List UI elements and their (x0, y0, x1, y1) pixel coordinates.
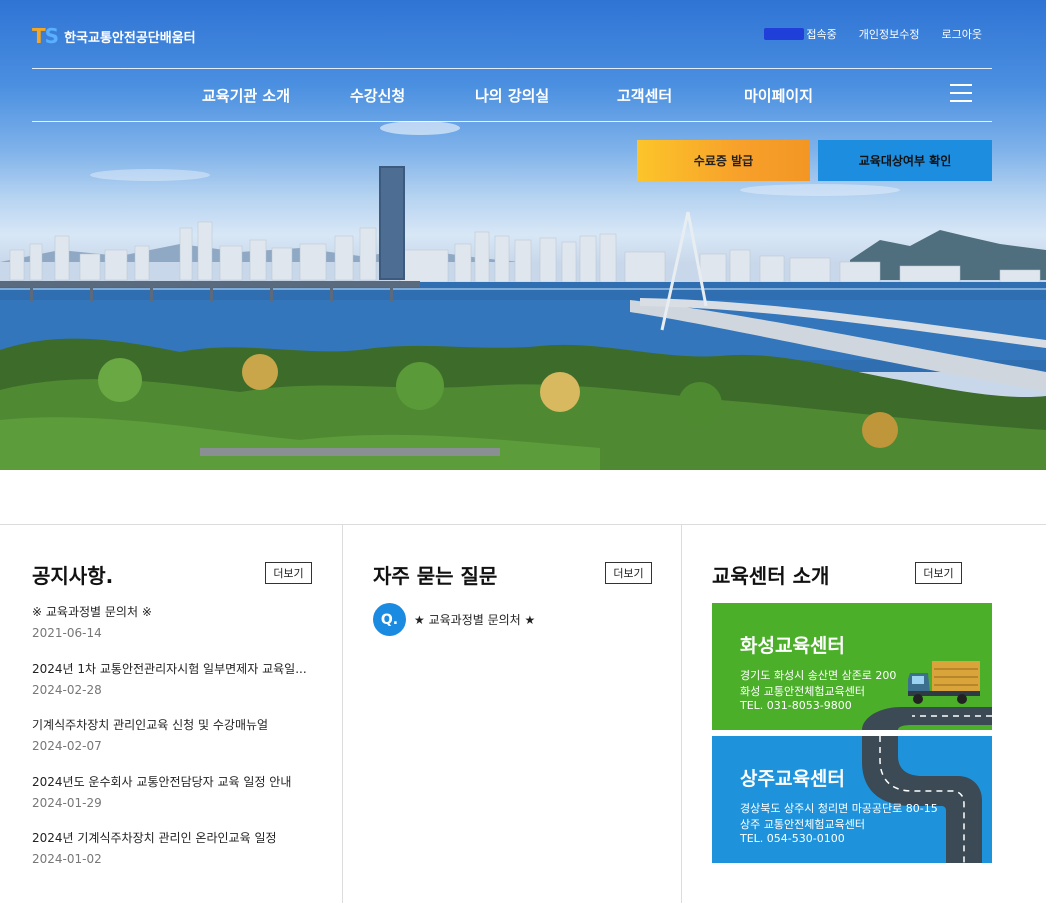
utility-menu: 접속중 개인정보수정 로그아웃 (764, 26, 982, 42)
nav-item-my-classroom[interactable]: 나의 강의실 (475, 85, 549, 106)
center-name: 화성교육센터 (740, 635, 845, 657)
notice-more-button[interactable]: 더보기 (265, 562, 312, 584)
nav-item-enroll[interactable]: 수강신청 (350, 85, 405, 106)
faq-more-button[interactable]: 더보기 (605, 562, 652, 584)
faq-title: 자주 묻는 질문 (373, 564, 498, 588)
notice-item[interactable]: 2024년 1차 교통안전관리자시험 일부면제자 교육일... 2024-02-… (32, 660, 307, 697)
info-panels: 공지사항. 더보기 ※ 교육과정별 문의처 ※ 2021-06-14 2024년… (0, 524, 1046, 903)
eligibility-check-button[interactable]: 교육대상여부 확인 (818, 140, 992, 181)
hamburger-icon[interactable] (950, 83, 972, 103)
center-address: 경상북도 상주시 청리면 마공공단로 80-15 (740, 802, 938, 815)
notice-item-title: 2024년 1차 교통안전관리자시험 일부면제자 교육일... (32, 662, 307, 676)
notice-item-date: 2024-02-28 (32, 683, 102, 697)
center-facility: 상주 교통안전체험교육센터 (740, 818, 865, 831)
notice-item[interactable]: ※ 교육과정별 문의처 ※ 2021-06-14 (32, 603, 152, 640)
redacted-username (764, 28, 805, 40)
centers-title: 교육센터 소개 (712, 564, 830, 588)
nav-item-customer-center[interactable]: 고객센터 (617, 85, 672, 106)
center-card-hwaseong[interactable]: 화성교육센터 경기도 화성시 송산면 삼존로 200 화성 교통안전체험교육센터… (712, 603, 992, 730)
notice-item[interactable]: 2024년 기계식주차장치 관리인 온라인교육 일정 2024-01-02 (32, 829, 277, 866)
login-status: 접속중 (764, 26, 837, 42)
notice-item-date: 2024-02-07 (32, 739, 102, 753)
center-name: 상주교육센터 (740, 768, 845, 790)
edit-profile-link[interactable]: 개인정보수정 (859, 26, 920, 42)
truck-icon (908, 661, 980, 704)
center-facility: 화성 교통안전체험교육센터 (740, 685, 865, 698)
notice-item-title: ※ 교육과정별 문의처 ※ (32, 605, 152, 619)
logout-link[interactable]: 로그아웃 (942, 26, 982, 42)
notice-item-title: 기계식주차장치 관리인교육 신청 및 수강매뉴얼 (32, 718, 269, 732)
nav-item-mypage[interactable]: 마이페이지 (744, 85, 813, 106)
certificate-issue-button[interactable]: 수료증 발급 (637, 140, 810, 181)
center-phone: TEL. 054-530-0100 (740, 832, 845, 845)
panel-divider (342, 525, 343, 903)
notice-item-date: 2024-01-29 (32, 796, 102, 810)
notice-title: 공지사항. (32, 564, 114, 588)
notice-item-date: 2021-06-14 (32, 626, 102, 640)
hero-banner: TS 한국교통안전공단배움터 접속중 개인정보수정 로그아웃 교육기관 소개 수… (0, 0, 1046, 470)
question-badge-icon: Q. (373, 603, 406, 636)
faq-item-title: ★ 교육과정별 문의처 ★ (414, 613, 536, 627)
ts-logo-icon: TS (32, 24, 59, 48)
main-nav: 교육기관 소개 수강신청 나의 강의실 고객센터 마이페이지 (32, 69, 992, 121)
notice-item-date: 2024-01-02 (32, 852, 102, 866)
faq-item[interactable]: Q. ★ 교육과정별 문의처 ★ (373, 603, 535, 636)
notice-item-title: 2024년도 운수회사 교통안전담당자 교육 일정 안내 (32, 775, 292, 789)
notice-item[interactable]: 2024년도 운수회사 교통안전담당자 교육 일정 안내 2024-01-29 (32, 773, 291, 810)
center-address: 경기도 화성시 송산면 삼존로 200 (740, 669, 897, 682)
centers-more-button[interactable]: 더보기 (915, 562, 962, 584)
center-phone: TEL. 031-8053-9800 (740, 699, 852, 712)
panel-divider (681, 525, 682, 903)
notice-item-title: 2024년 기계식주차장치 관리인 온라인교육 일정 (32, 831, 277, 845)
site-logo[interactable]: TS 한국교통안전공단배움터 (32, 24, 196, 48)
logo-text: 한국교통안전공단배움터 (64, 30, 196, 46)
nav-item-about[interactable]: 교육기관 소개 (202, 85, 290, 106)
notice-item[interactable]: 기계식주차장치 관리인교육 신청 및 수강매뉴얼 2024-02-07 (32, 716, 268, 753)
nav-bottom-divider (32, 121, 992, 122)
login-status-label: 접속중 (806, 28, 837, 41)
center-card-sangju[interactable]: 상주교육센터 경상북도 상주시 청리면 마공공단로 80-15 상주 교통안전체… (712, 736, 992, 863)
